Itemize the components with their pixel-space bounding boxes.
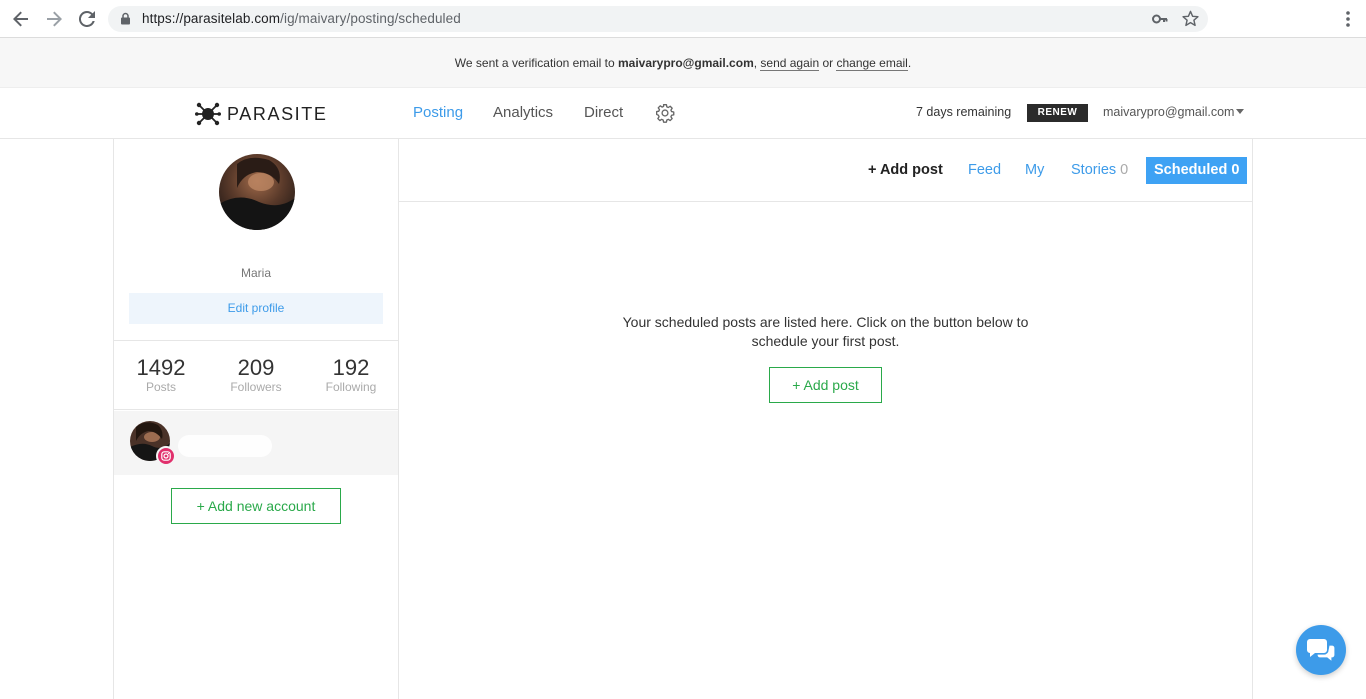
banner-or: or (819, 56, 837, 70)
browser-toolbar: https://parasitelab.com/ig/maivary/posti… (0, 0, 1366, 38)
empty-state-message: Your scheduled posts are listed here. Cl… (399, 313, 1252, 351)
more-vert-icon[interactable] (1346, 11, 1350, 27)
verification-banner: We sent a verification email to maivaryp… (0, 38, 1366, 88)
tab-stories-count: 0 (1120, 162, 1129, 178)
tab-stories-label: Stories (1071, 162, 1117, 178)
stat-followers: 209 Followers (209, 355, 303, 394)
stat-label: Following (325, 380, 377, 394)
arrow-left-icon (13, 11, 28, 27)
tab-add-post[interactable]: + Add post (868, 162, 943, 178)
nav-posting[interactable]: Posting (413, 104, 463, 121)
instagram-badge (156, 446, 176, 466)
profile-sidebar: Maria Edit profile 1492 Posts 209 Follow… (113, 139, 399, 699)
stat-posts: 1492 Posts (114, 355, 208, 394)
tab-scheduled[interactable]: Scheduled 0 (1146, 157, 1248, 184)
avatar-photo-icon (219, 154, 295, 230)
nav-analytics[interactable]: Analytics (493, 104, 553, 121)
profile-stats: 1492 Posts 209 Followers 192 Following (114, 340, 398, 410)
url-text: https://parasitelab.com/ig/maivary/posti… (142, 11, 461, 26)
address-bar[interactable]: https://parasitelab.com/ig/maivary/posti… (108, 6, 1208, 32)
banner-email: maivarypro@gmail.com (617, 56, 754, 70)
star-icon[interactable] (1182, 10, 1199, 27)
posting-tabs: + Add post Feed My Stories 0 Scheduled 0 (399, 139, 1252, 202)
tab-my[interactable]: My (1025, 162, 1044, 178)
stat-value: 209 (237, 355, 275, 380)
settings-gear-icon[interactable] (655, 103, 675, 123)
stat-value: 1492 (136, 355, 186, 380)
add-new-account-button[interactable]: + Add new account (171, 488, 341, 524)
key-icon[interactable] (1152, 11, 1168, 27)
tab-stories[interactable]: Stories 0 (1071, 162, 1128, 178)
banner-suffix: . (907, 56, 912, 70)
reload-button[interactable] (77, 9, 97, 29)
change-email-link[interactable]: change email (836, 56, 908, 71)
days-remaining: 7 days remaining (916, 105, 1012, 119)
chat-widget-button[interactable] (1296, 625, 1346, 675)
stat-label: Posts (145, 380, 176, 394)
logo[interactable]: PARASITE (195, 101, 328, 127)
renew-button[interactable]: RENEW (1027, 104, 1088, 122)
account-name-redacted (178, 435, 272, 457)
stat-value: 192 (332, 355, 370, 380)
account-email: maivarypro@gmail.com (1103, 105, 1235, 119)
chat-icon (1307, 639, 1336, 663)
reload-icon (79, 11, 95, 27)
forward-button[interactable] (44, 9, 64, 29)
stat-label: Followers (230, 380, 282, 394)
url-host: https://parasitelab.com (142, 11, 281, 26)
send-again-link[interactable]: send again (760, 56, 820, 71)
url-path: /ig/maivary/posting/scheduled (280, 11, 461, 26)
lock-icon (121, 12, 130, 25)
profile-avatar[interactable] (219, 154, 295, 230)
tab-feed[interactable]: Feed (968, 162, 1001, 178)
nav-direct[interactable]: Direct (584, 104, 623, 121)
caret-down-icon (1236, 109, 1245, 114)
parasite-logo-icon (195, 102, 221, 126)
profile-name: Maria (240, 266, 271, 280)
back-button[interactable] (11, 9, 31, 29)
add-post-button[interactable]: + Add post (769, 367, 882, 403)
arrow-right-icon (47, 11, 62, 27)
stat-following: 192 Following (304, 355, 398, 394)
account-menu[interactable]: maivarypro@gmail.com (1103, 105, 1245, 119)
top-navigation: PARASITE Posting Analytics Direct 7 days… (0, 88, 1366, 139)
edit-profile-button[interactable]: Edit profile (129, 293, 383, 324)
banner-prefix: We sent a verification email to (454, 56, 618, 70)
logo-text: PARASITE (227, 103, 328, 124)
instagram-icon (161, 451, 171, 461)
account-list-item[interactable] (114, 411, 398, 475)
main-content: + Add post Feed My Stories 0 Scheduled 0… (399, 139, 1253, 699)
empty-state-text: Your scheduled posts are listed here. Cl… (622, 314, 1029, 349)
